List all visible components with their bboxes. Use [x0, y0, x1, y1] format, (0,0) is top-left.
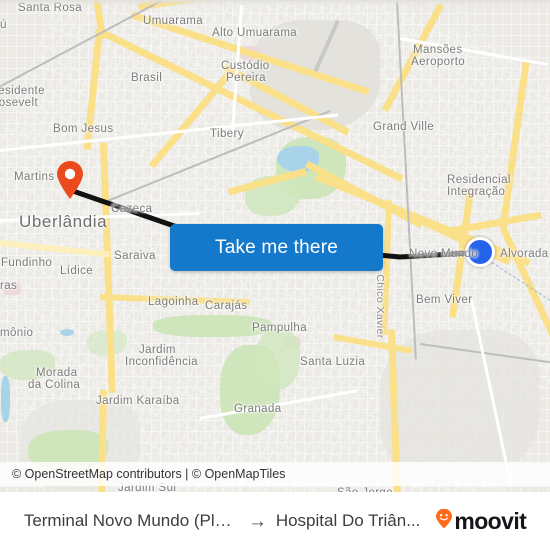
- map-pin-icon: [57, 161, 83, 199]
- moovit-trip-map-screen: Santa Rosa ú Umuarama Alto Umuarama Mansões A…: [0, 0, 550, 550]
- map-water-pond: [60, 329, 74, 336]
- footer-origin-label: Terminal Novo Mundo (Platafo...: [23, 511, 239, 530]
- take-me-there-button[interactable]: Take me there: [170, 224, 383, 271]
- moovit-wordmark: moovit: [454, 507, 527, 534]
- trip-summary-footer: Terminal Novo Mundo (Platafo... → Hospit…: [0, 492, 550, 550]
- map-attribution[interactable]: © OpenStreetMap contributors | © OpenMap…: [0, 462, 550, 486]
- footer-destination-label: Hospital Do Triân...: [275, 511, 421, 530]
- map-water-stream: [1, 376, 10, 422]
- destination-dot-marker[interactable]: [465, 237, 495, 267]
- map-pink-block-3: [3, 283, 21, 295]
- map-park-7: [0, 350, 55, 380]
- map-park-3: [153, 315, 273, 337]
- map-canvas[interactable]: Santa Rosa ú Umuarama Alto Umuarama Mansões A…: [0, 0, 550, 492]
- origin-pin-marker[interactable]: [55, 160, 85, 200]
- moovit-brand[interactable]: moovit: [435, 507, 527, 535]
- map-park-5: [255, 330, 300, 390]
- arrow-right-icon: →: [247, 510, 267, 532]
- moovit-pin-smiley-icon: [435, 508, 453, 534]
